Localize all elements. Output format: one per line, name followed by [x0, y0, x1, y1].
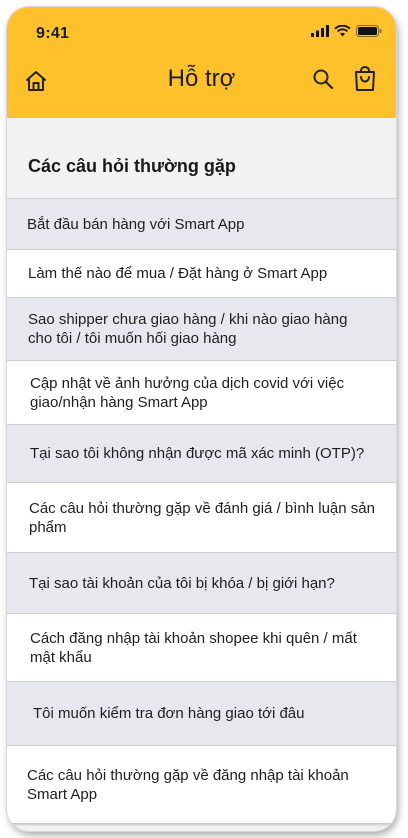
battery-icon	[356, 25, 382, 37]
faq-item-label: Các câu hỏi thường gặp về đăng nhập tài …	[27, 766, 349, 803]
faq-item-label: Tại sao tài khoản của tôi bị khóa / bị g…	[29, 574, 335, 592]
faq-item-label: Cách đăng nhập tài khoản shopee khi quên…	[30, 629, 357, 666]
phone-screen: 9:41 Hỗ trợ Các câu hỏi thường gặp Bắt đ…	[7, 7, 396, 831]
faq-item-covid-update[interactable]: Cập nhật về ảnh hưởng của dịch covid với…	[7, 360, 396, 424]
faq-item-label: Cập nhật về ảnh hưởng của dịch covid với…	[30, 374, 345, 411]
faq-list: Bắt đầu bán hàng với Smart App Làm thế n…	[7, 198, 396, 823]
search-icon[interactable]	[311, 67, 335, 91]
faq-item-label: Bắt đầu bán hàng với Smart App	[27, 215, 245, 233]
faq-item-label: Các câu hỏi thường gặp về đánh giá / bìn…	[29, 499, 375, 536]
faq-item-label: Làm thế nào để mua / Đặt hàng ở Smart Ap…	[28, 265, 328, 282]
signal-icon	[311, 25, 329, 37]
faq-item-label: Tại sao tôi không nhận được mã xác minh …	[30, 445, 365, 462]
faq-section-header: Các câu hỏi thường gặp	[7, 118, 396, 198]
faq-item-how-to-order[interactable]: Làm thế nào để mua / Đặt hàng ở Smart Ap…	[7, 249, 396, 297]
faq-item-forgot-password[interactable]: Cách đăng nhập tài khoản shopee khi quên…	[7, 613, 396, 681]
section-title: Các câu hỏi thường gặp	[28, 156, 236, 176]
faq-item-login[interactable]: Các câu hỏi thường gặp về đăng nhập tài …	[7, 745, 396, 823]
faq-item-shipping-delay[interactable]: Sao shipper chưa giao hàng / khi nào gia…	[7, 297, 396, 360]
status-icons	[311, 25, 382, 37]
faq-item-label: Tôi muốn kiểm tra đơn hàng giao tới đâu	[33, 705, 305, 722]
faq-item-start-selling[interactable]: Bắt đầu bán hàng với Smart App	[7, 198, 396, 249]
faq-item-otp[interactable]: Tại sao tôi không nhận được mã xác minh …	[7, 424, 396, 482]
faq-item-account-locked[interactable]: Tại sao tài khoản của tôi bị khóa / bị g…	[7, 552, 396, 613]
faq-item-track-order[interactable]: Tôi muốn kiểm tra đơn hàng giao tới đâu	[7, 681, 396, 745]
app-header: 9:41 Hỗ trợ	[7, 7, 396, 118]
wifi-icon	[334, 25, 351, 37]
page-title: Hỗ trợ	[167, 65, 236, 92]
shopping-bag-icon[interactable]	[353, 66, 377, 92]
faq-item-reviews[interactable]: Các câu hỏi thường gặp về đánh giá / bìn…	[7, 482, 396, 552]
faq-item-label: Sao shipper chưa giao hàng / khi nào gia…	[28, 311, 348, 347]
status-time: 9:41	[36, 25, 70, 42]
